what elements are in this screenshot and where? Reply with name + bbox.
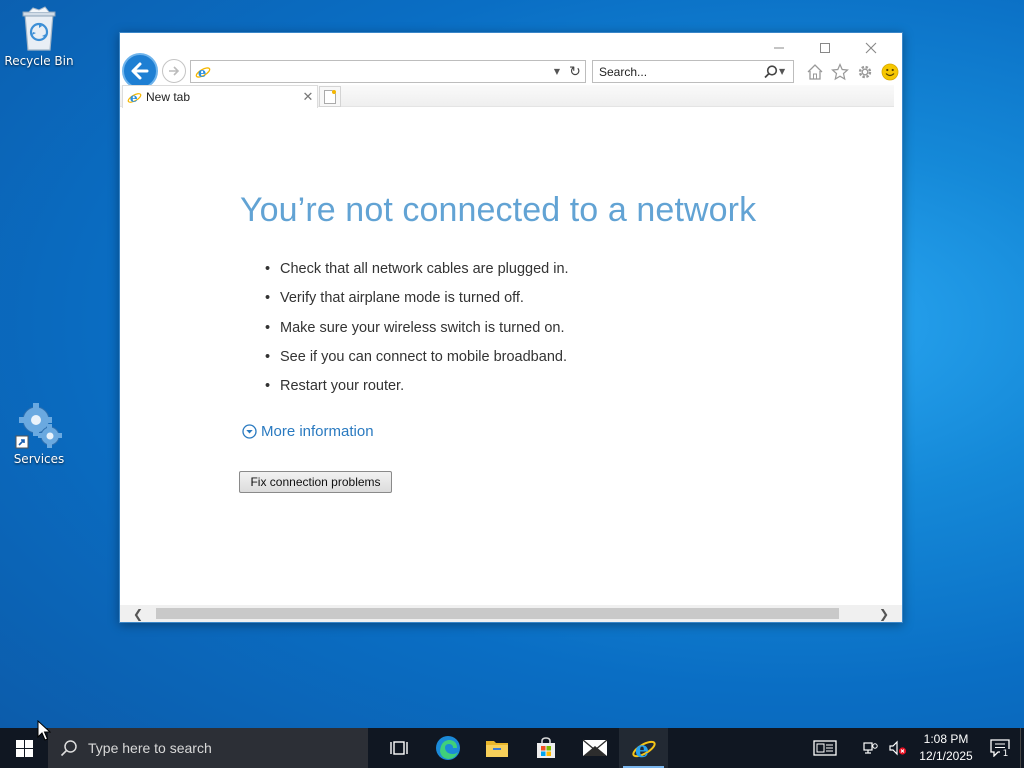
back-arrow-icon bbox=[131, 62, 149, 80]
home-icon bbox=[807, 64, 823, 80]
forward-button[interactable] bbox=[162, 59, 186, 83]
desktop-icon-label: Recycle Bin bbox=[4, 54, 74, 68]
volume-muted-icon bbox=[889, 740, 907, 756]
desktop-icon-services[interactable]: Services bbox=[0, 402, 78, 466]
search-provider-dropdown-icon[interactable]: ▼ bbox=[779, 67, 793, 76]
taskbar-app-store[interactable] bbox=[521, 728, 570, 768]
tab-row: e New tab ✕ bbox=[120, 85, 894, 108]
list-item: Restart your router. bbox=[265, 372, 569, 402]
task-view-icon bbox=[389, 741, 408, 755]
svg-text:e: e bbox=[130, 91, 138, 105]
recycle-bin-icon bbox=[22, 6, 56, 51]
maximize-icon bbox=[820, 43, 830, 53]
list-item: Verify that airplane mode is turned off. bbox=[265, 284, 569, 314]
taskbar-app-internet-explorer[interactable]: e bbox=[619, 728, 668, 768]
internet-explorer-icon: e bbox=[195, 66, 211, 80]
favorites-button[interactable] bbox=[829, 61, 851, 83]
list-item: See if you can connect to mobile broadba… bbox=[265, 343, 569, 373]
error-title: You’re not connected to a network bbox=[240, 191, 757, 229]
new-tab-icon bbox=[324, 89, 336, 104]
search-bar[interactable]: ▼ bbox=[592, 60, 794, 83]
list-item: Make sure your wireless switch is turned… bbox=[265, 314, 569, 344]
notification-count-badge: 1 bbox=[1000, 749, 1011, 760]
maximize-button[interactable] bbox=[802, 37, 848, 59]
toolbar-icons bbox=[804, 61, 901, 83]
tab-new-tab[interactable]: e New tab ✕ bbox=[122, 85, 318, 108]
mail-icon bbox=[582, 739, 607, 756]
minimize-button[interactable] bbox=[756, 37, 802, 59]
horizontal-scrollbar[interactable]: ❮ ❯ bbox=[120, 605, 902, 622]
scroll-thumb[interactable] bbox=[156, 608, 839, 619]
page-content: You’re not connected to a network Check … bbox=[120, 107, 902, 605]
desktop-icon-label: Services bbox=[13, 452, 65, 466]
scroll-right-icon[interactable]: ❯ bbox=[866, 607, 902, 621]
mouse-cursor-icon bbox=[37, 720, 51, 741]
taskbar-search-placeholder: Type here to search bbox=[88, 740, 212, 756]
internet-explorer-icon: e bbox=[631, 737, 656, 761]
services-gear-icon bbox=[15, 403, 62, 449]
scroll-left-icon[interactable]: ❮ bbox=[120, 607, 156, 621]
search-input[interactable] bbox=[593, 61, 763, 82]
close-icon bbox=[865, 42, 877, 54]
clock-time: 1:08 PM bbox=[923, 732, 969, 746]
svg-text:e: e bbox=[635, 737, 649, 761]
desktop-icon-recycle-bin[interactable]: Recycle Bin bbox=[0, 6, 78, 68]
svg-text:e: e bbox=[198, 66, 206, 80]
more-information-label: More information bbox=[261, 423, 374, 440]
tab-label: New tab bbox=[146, 90, 191, 104]
more-information-link[interactable]: More information bbox=[242, 423, 374, 440]
address-bar[interactable]: e ▼ ↻ bbox=[190, 60, 586, 83]
address-input[interactable] bbox=[211, 61, 549, 82]
news-icon bbox=[813, 740, 837, 756]
store-icon bbox=[536, 737, 555, 758]
refresh-icon[interactable]: ↻ bbox=[565, 64, 585, 80]
clock-date: 12/1/2025 bbox=[919, 749, 973, 763]
smiley-icon bbox=[881, 63, 899, 81]
fix-connection-problems-button[interactable]: Fix connection problems bbox=[239, 471, 392, 493]
tab-close-icon[interactable]: ✕ bbox=[299, 89, 317, 105]
feedback-button[interactable] bbox=[879, 61, 901, 83]
taskbar-search-box[interactable]: Type here to search bbox=[48, 728, 368, 768]
taskbar-app-edge[interactable] bbox=[423, 728, 472, 768]
list-item: Check that all network cables are plugge… bbox=[265, 255, 569, 285]
action-center-button[interactable]: 1 bbox=[980, 728, 1020, 768]
internet-explorer-icon: e bbox=[127, 91, 142, 105]
home-button[interactable] bbox=[804, 61, 826, 83]
network-button[interactable] bbox=[856, 728, 884, 768]
troubleshooting-list: Check that all network cables are plugge… bbox=[265, 255, 569, 402]
back-button[interactable] bbox=[122, 53, 158, 89]
volume-button[interactable] bbox=[884, 728, 912, 768]
star-icon bbox=[831, 63, 849, 81]
taskbar: Type here to search e 1:08 PM 12/1/2025 … bbox=[0, 728, 1024, 768]
news-button[interactable] bbox=[808, 728, 842, 768]
chevron-down-circle-icon bbox=[242, 424, 257, 439]
clock[interactable]: 1:08 PM 12/1/2025 bbox=[912, 731, 980, 765]
scroll-track[interactable] bbox=[156, 606, 866, 621]
address-dropdown-icon[interactable]: ▼ bbox=[549, 67, 565, 76]
file-explorer-icon bbox=[485, 741, 508, 757]
window-controls bbox=[756, 37, 894, 59]
search-icon bbox=[60, 740, 77, 757]
taskbar-app-mail[interactable] bbox=[570, 728, 619, 768]
tools-button[interactable] bbox=[854, 61, 876, 83]
taskbar-app-file-explorer[interactable] bbox=[472, 728, 521, 768]
network-disconnected-icon bbox=[863, 742, 878, 754]
close-button[interactable] bbox=[848, 37, 894, 59]
search-icon[interactable] bbox=[763, 64, 779, 80]
windows-logo-icon bbox=[15, 739, 33, 757]
system-tray: 1:08 PM 12/1/2025 1 bbox=[808, 728, 1024, 768]
task-view-button[interactable] bbox=[374, 728, 423, 768]
internet-explorer-window: e ▼ ↻ ▼ bbox=[119, 32, 903, 623]
minimize-icon bbox=[774, 47, 784, 49]
new-tab-button[interactable] bbox=[319, 86, 341, 107]
edge-icon bbox=[435, 736, 460, 760]
gear-icon bbox=[858, 65, 872, 79]
forward-arrow-icon bbox=[169, 66, 180, 76]
